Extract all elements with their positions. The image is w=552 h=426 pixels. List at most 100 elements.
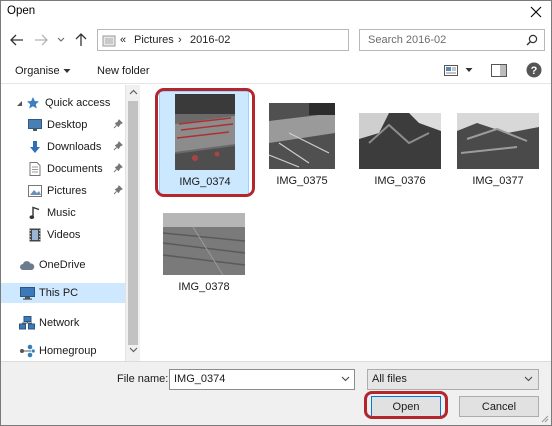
address-bar[interactable]: « Pictures › 2016-02 bbox=[97, 29, 442, 51]
caret-down-icon bbox=[63, 69, 71, 73]
search-input[interactable]: Search 2016-02 bbox=[368, 34, 446, 46]
image-thumbnail bbox=[161, 197, 247, 275]
nav-onedrive[interactable]: OneDrive bbox=[19, 255, 125, 275]
new-folder-button[interactable]: New folder bbox=[97, 65, 150, 77]
up-button[interactable] bbox=[73, 31, 89, 49]
file-type-value: All files bbox=[372, 373, 407, 385]
file-tile-img-0378[interactable]: IMG_0378 bbox=[159, 197, 249, 301]
nav-label: Quick access bbox=[45, 97, 111, 109]
file-name: IMG_0375 bbox=[276, 175, 328, 187]
computer-icon bbox=[19, 285, 35, 301]
title-bar: Open bbox=[1, 1, 551, 23]
nav-desktop[interactable]: Desktop bbox=[27, 115, 125, 135]
nav-label: Network bbox=[39, 317, 80, 329]
address-row: « Pictures › 2016-02 Search 2016-02 bbox=[1, 28, 551, 54]
document-icon bbox=[27, 161, 43, 177]
file-name: IMG_0377 bbox=[472, 175, 524, 187]
organise-label: Organise bbox=[15, 65, 60, 77]
file-name-field[interactable]: IMG_0374 bbox=[169, 369, 355, 390]
navigation-scrollbar[interactable] bbox=[125, 85, 140, 361]
nav-label: Downloads bbox=[47, 141, 102, 153]
file-name: IMG_0378 bbox=[178, 281, 230, 293]
folder-location-icon bbox=[102, 35, 116, 47]
pin-icon bbox=[113, 141, 123, 151]
image-thumbnail bbox=[357, 91, 443, 169]
download-arrow-icon bbox=[27, 139, 43, 155]
selected-file-highlight-ring bbox=[155, 88, 255, 197]
nav-label: Homegroup bbox=[39, 345, 97, 357]
film-strip-icon bbox=[27, 227, 43, 243]
file-name-label: File name: bbox=[117, 373, 169, 385]
nav-network[interactable]: Network bbox=[19, 313, 125, 333]
chevron-down-icon bbox=[57, 37, 65, 42]
change-view-icon[interactable] bbox=[444, 65, 458, 76]
pin-icon bbox=[113, 185, 123, 195]
pin-icon bbox=[113, 163, 123, 173]
nav-music[interactable]: Music bbox=[27, 203, 125, 223]
forward-arrow-icon bbox=[35, 34, 48, 46]
image-thumbnail bbox=[259, 91, 345, 169]
nav-label: Pictures bbox=[47, 185, 87, 197]
open-button-highlight-ring bbox=[364, 391, 448, 419]
scrollbar-thumb[interactable] bbox=[128, 101, 138, 345]
help-icon[interactable]: ? bbox=[526, 62, 542, 78]
nav-downloads[interactable]: Downloads bbox=[27, 137, 125, 157]
scroll-down-arrow-icon[interactable] bbox=[129, 347, 138, 353]
music-note-icon bbox=[27, 205, 43, 221]
nav-this-pc[interactable]: This PC bbox=[1, 283, 125, 303]
breadcrumb-pictures[interactable]: Pictures bbox=[134, 34, 174, 46]
breadcrumb-2016-02[interactable]: 2016-02 bbox=[190, 34, 230, 46]
close-icon bbox=[530, 6, 542, 18]
window-title: Open bbox=[7, 5, 36, 17]
desktop-icon bbox=[27, 117, 43, 133]
svg-text:?: ? bbox=[531, 65, 538, 77]
back-arrow-icon bbox=[10, 34, 23, 46]
nav-label: Desktop bbox=[47, 119, 88, 131]
dialog-footer: File name: IMG_0374 All files Open Cance… bbox=[1, 361, 551, 425]
forward-button[interactable] bbox=[33, 31, 49, 49]
star-icon bbox=[25, 95, 41, 111]
file-tile-img-0375[interactable]: IMG_0375 bbox=[257, 91, 347, 195]
recent-locations-button[interactable] bbox=[55, 31, 67, 49]
nav-label: Videos bbox=[47, 229, 81, 241]
file-tile-img-0376[interactable]: IMG_0376 bbox=[355, 91, 445, 195]
resize-grip-icon[interactable] bbox=[539, 413, 549, 423]
back-button[interactable] bbox=[9, 31, 25, 49]
breadcrumb-separator[interactable]: › bbox=[178, 34, 182, 46]
command-bar: Organise New folder ? bbox=[1, 58, 551, 84]
close-button[interactable] bbox=[523, 2, 549, 22]
file-type-filter[interactable]: All files bbox=[367, 369, 539, 390]
file-tile-img-0377[interactable]: IMG_0377 bbox=[453, 91, 543, 195]
up-arrow-icon bbox=[75, 33, 87, 46]
address-overflow[interactable]: « bbox=[120, 34, 126, 46]
navigation-pane: Quick access Desktop Downloads Documents bbox=[1, 85, 140, 361]
image-thumbnail bbox=[455, 91, 541, 169]
nav-pictures[interactable]: Pictures bbox=[27, 181, 125, 201]
nav-videos[interactable]: Videos bbox=[27, 225, 125, 245]
nav-label: This PC bbox=[39, 287, 79, 299]
pictures-icon bbox=[27, 183, 43, 199]
file-name: IMG_0376 bbox=[374, 175, 426, 187]
nav-label: OneDrive bbox=[39, 259, 86, 271]
chevron-down-icon[interactable] bbox=[341, 376, 350, 382]
chevron-down-icon bbox=[524, 376, 533, 382]
nav-quick-access[interactable]: Quick access bbox=[15, 93, 125, 113]
file-name-value[interactable]: IMG_0374 bbox=[174, 373, 225, 385]
network-icon bbox=[19, 315, 35, 331]
nav-homegroup[interactable]: Homegroup bbox=[19, 341, 125, 361]
nav-label: Music bbox=[47, 207, 76, 219]
search-box[interactable]: Search 2016-02 bbox=[359, 29, 545, 51]
preview-pane-icon[interactable] bbox=[491, 64, 507, 77]
cloud-icon bbox=[19, 257, 35, 273]
organise-menu[interactable]: Organise bbox=[15, 65, 71, 77]
nav-documents[interactable]: Documents bbox=[27, 159, 125, 179]
cancel-button[interactable]: Cancel bbox=[459, 396, 539, 417]
nav-label: Documents bbox=[47, 163, 103, 175]
homegroup-icon bbox=[19, 343, 35, 359]
collapse-arrow-icon bbox=[15, 95, 23, 111]
scroll-up-arrow-icon[interactable] bbox=[129, 89, 138, 95]
view-options-dropdown-icon[interactable] bbox=[465, 67, 473, 73]
pin-icon bbox=[113, 119, 123, 129]
search-icon[interactable] bbox=[526, 34, 538, 46]
open-file-dialog: Open « Pictures › 2016-02 Search 2016-02… bbox=[0, 0, 552, 426]
